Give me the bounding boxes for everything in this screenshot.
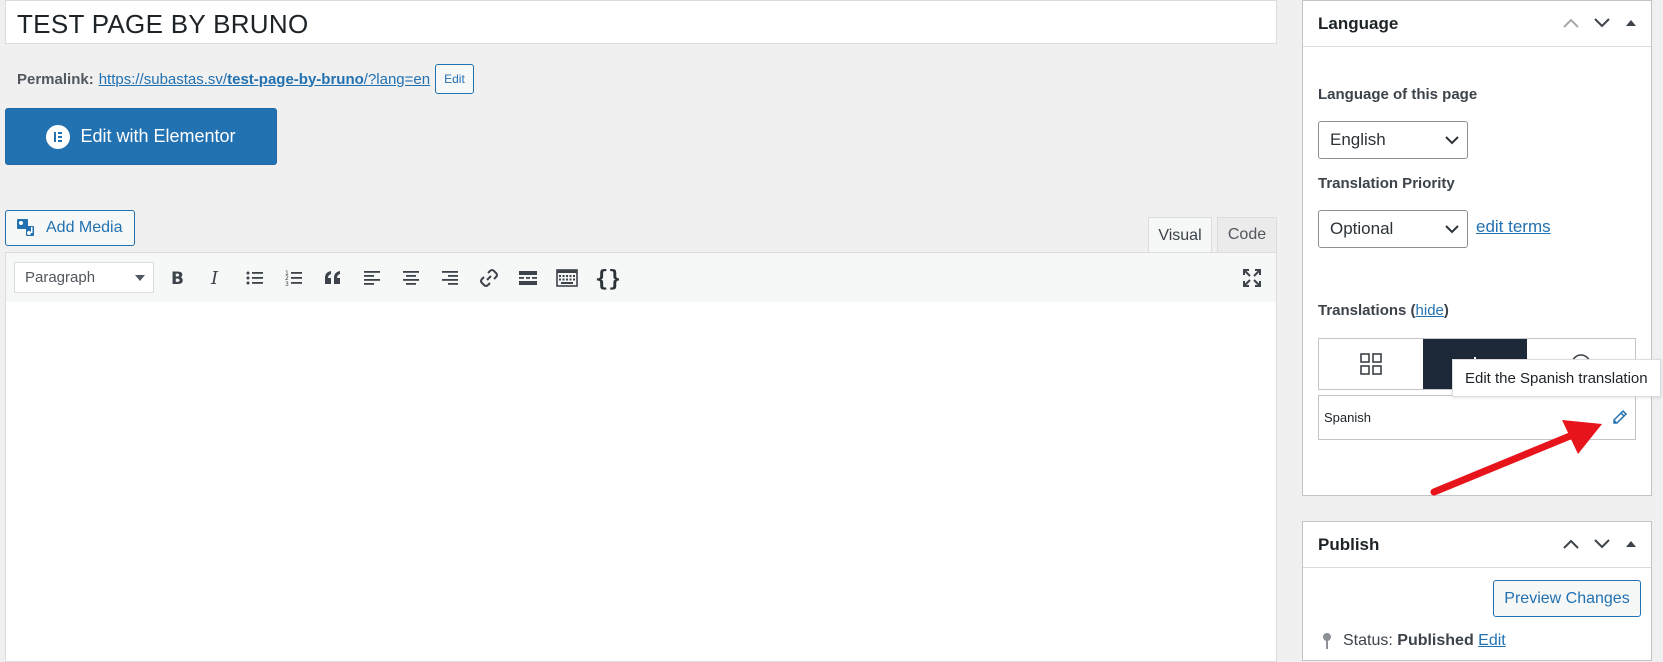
chevron-down-icon[interactable] xyxy=(1592,13,1612,33)
permalink-suffix: /?lang=en xyxy=(363,70,431,88)
permalink-link[interactable]: https://subastas.sv/test-page-by-bruno/?… xyxy=(99,71,430,88)
bold-icon[interactable]: B xyxy=(162,263,192,293)
language-panel-header: Language xyxy=(1303,1,1651,47)
language-of-page-label: Language of this page xyxy=(1318,86,1478,103)
collapse-triangle-icon[interactable] xyxy=(1621,534,1641,554)
edit-terms-link[interactable]: edit terms xyxy=(1476,217,1551,237)
media-icon xyxy=(16,218,38,238)
translation-priority-select[interactable]: Optional xyxy=(1318,210,1468,248)
annotation-arrow xyxy=(1430,420,1602,496)
language-select[interactable]: English xyxy=(1318,121,1468,159)
elementor-icon xyxy=(46,124,71,149)
permalink-row: Permalink: https://subastas.sv/test-page… xyxy=(17,64,474,94)
chevron-down-icon[interactable] xyxy=(1592,534,1612,554)
grid-icon xyxy=(1360,353,1382,375)
publish-panel: Publish Preview Changes Status: Publishe… xyxy=(1302,521,1652,661)
format-select-value: Paragraph xyxy=(25,269,96,286)
read-more-icon[interactable] xyxy=(513,263,543,293)
translations-label: Translations ( xyxy=(1318,302,1416,319)
hide-translations-link[interactable]: hide xyxy=(1416,302,1444,319)
tab-visual[interactable]: Visual xyxy=(1148,217,1212,253)
status-edit-link[interactable]: Edit xyxy=(1478,632,1506,650)
caret-down-icon xyxy=(135,275,145,281)
svg-text:3: 3 xyxy=(285,281,289,287)
permalink-base: https://subastas.sv/ xyxy=(98,70,228,88)
permalink-edit-button[interactable]: Edit xyxy=(435,64,474,94)
editor-toolbar: Paragraph B I 123 {} xyxy=(5,252,1277,303)
grid-view-tab[interactable] xyxy=(1319,339,1423,389)
bullet-list-icon[interactable] xyxy=(240,263,270,293)
svg-text:B: B xyxy=(171,269,184,287)
translation-priority-label: Translation Priority xyxy=(1318,175,1455,192)
align-left-icon[interactable] xyxy=(357,263,387,293)
elementor-button-label: Edit with Elementor xyxy=(80,126,236,146)
status-label: Status: xyxy=(1343,632,1393,649)
language-panel-title: Language xyxy=(1318,13,1399,33)
publish-panel-title: Publish xyxy=(1318,534,1380,554)
chevron-down-icon xyxy=(1445,136,1459,145)
publish-panel-header: Publish xyxy=(1303,522,1651,568)
fullscreen-icon[interactable] xyxy=(1237,263,1267,293)
translations-close-paren: ) xyxy=(1443,302,1449,319)
code-braces-icon[interactable]: {} xyxy=(592,263,622,293)
svg-text:{}: {} xyxy=(595,267,619,291)
blockquote-icon[interactable] xyxy=(318,263,348,293)
edit-translation-tooltip: Edit the Spanish translation xyxy=(1452,359,1661,397)
align-center-icon[interactable] xyxy=(396,263,426,293)
title-input[interactable]: TEST PAGE BY BRUNO xyxy=(5,0,1277,44)
italic-icon[interactable]: I xyxy=(201,263,231,293)
add-media-label: Add Media xyxy=(46,219,123,236)
chevron-down-icon xyxy=(1445,225,1459,234)
language-select-value: English xyxy=(1330,130,1386,149)
link-icon[interactable] xyxy=(474,263,504,293)
status-row: Status: Published Edit xyxy=(1321,632,1506,650)
collapse-triangle-icon[interactable] xyxy=(1621,13,1641,33)
pencil-icon[interactable] xyxy=(1611,408,1629,431)
align-right-icon[interactable] xyxy=(435,263,465,293)
chevron-up-icon[interactable] xyxy=(1561,534,1581,554)
permalink-label: Permalink: xyxy=(17,70,94,88)
editor-content-area[interactable] xyxy=(5,302,1277,662)
translation-language-label: Spanish xyxy=(1324,410,1371,425)
format-select[interactable]: Paragraph xyxy=(14,262,154,293)
svg-text:I: I xyxy=(210,269,219,287)
status-value: Published xyxy=(1397,632,1474,649)
chevron-up-icon[interactable] xyxy=(1561,13,1581,33)
tab-code[interactable]: Code xyxy=(1217,217,1277,252)
keyboard-icon[interactable] xyxy=(552,263,582,293)
pin-icon xyxy=(1321,632,1333,650)
numbered-list-icon[interactable]: 123 xyxy=(279,263,309,293)
permalink-slug: test-page-by-bruno xyxy=(227,70,364,88)
preview-changes-button[interactable]: Preview Changes xyxy=(1493,580,1641,617)
edit-with-elementor-button[interactable]: Edit with Elementor xyxy=(5,108,277,165)
add-media-button[interactable]: Add Media xyxy=(5,210,135,246)
page-title: TEST PAGE BY BRUNO xyxy=(17,9,309,39)
translations-heading: Translations (hide) xyxy=(1318,302,1449,319)
priority-select-value: Optional xyxy=(1330,219,1394,238)
